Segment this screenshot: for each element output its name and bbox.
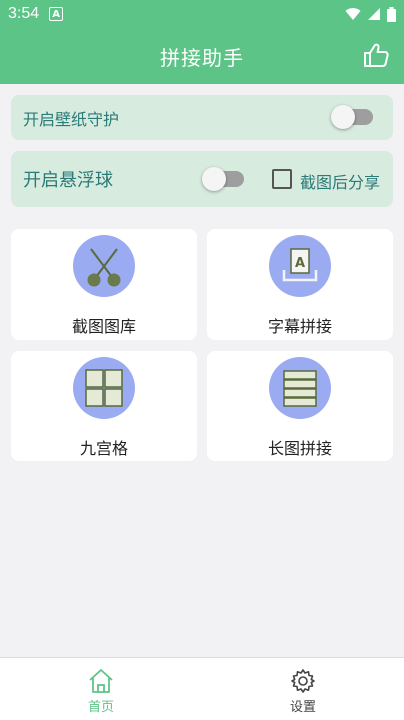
- tile-nine-grid[interactable]: 九宫格: [11, 351, 197, 461]
- page-title: 拼接助手: [160, 45, 244, 70]
- wallpaper-guard-card: 开启壁纸守护: [11, 95, 393, 140]
- tile-subtitle-stitch[interactable]: A 字幕拼接: [207, 229, 393, 340]
- share-after-screenshot-label: 截图后分享: [300, 173, 381, 192]
- nav-label: 首页: [87, 700, 114, 715]
- tile-label: 截图图库: [71, 317, 136, 336]
- tile-screenshot-gallery[interactable]: 截图图库: [11, 229, 197, 340]
- tile-label: 字幕拼接: [267, 317, 332, 336]
- bottom-navigation: 首页 设置: [0, 657, 404, 720]
- long-image-icon: [283, 370, 317, 407]
- app-bar: 拼接助手: [0, 28, 404, 84]
- notification-icon: A: [49, 7, 64, 21]
- battery-icon: [387, 6, 396, 22]
- status-bar: 3:54 A: [0, 0, 404, 28]
- icon-circle: [73, 357, 135, 419]
- nav-label: 设置: [289, 700, 316, 715]
- tile-long-image-stitch[interactable]: 长图拼接: [207, 351, 393, 461]
- wifi-icon: [345, 8, 361, 20]
- wallpaper-guard-label: 开启壁纸守护: [23, 109, 120, 129]
- icon-circle: [73, 235, 135, 297]
- icon-circle: [269, 357, 331, 419]
- toggle-knob: [331, 105, 355, 129]
- tile-label: 九宫格: [79, 439, 128, 458]
- floating-ball-card: 开启悬浮球 截图后分享: [11, 151, 393, 207]
- nav-item-settings[interactable]: 设置: [202, 658, 404, 720]
- subtitle-stack-icon: A: [282, 248, 318, 282]
- svg-text:A: A: [295, 256, 305, 271]
- tile-label: 长图拼接: [267, 439, 332, 458]
- nav-item-home[interactable]: 首页: [0, 658, 202, 720]
- toggle-knob: [202, 167, 226, 191]
- share-after-screenshot-checkbox[interactable]: [272, 169, 292, 189]
- signal-icon: [368, 8, 380, 20]
- wallpaper-guard-toggle[interactable]: [331, 105, 373, 129]
- home-icon: [89, 669, 113, 693]
- icon-circle: A: [269, 235, 331, 297]
- floating-ball-label: 开启悬浮球: [23, 170, 113, 191]
- thumbs-up-icon[interactable]: [362, 41, 390, 69]
- floating-ball-toggle[interactable]: [202, 167, 244, 191]
- gear-icon: [291, 669, 315, 693]
- status-time: 3:54: [8, 5, 40, 22]
- grid-icon: [85, 369, 123, 407]
- scissors-icon: [87, 248, 121, 287]
